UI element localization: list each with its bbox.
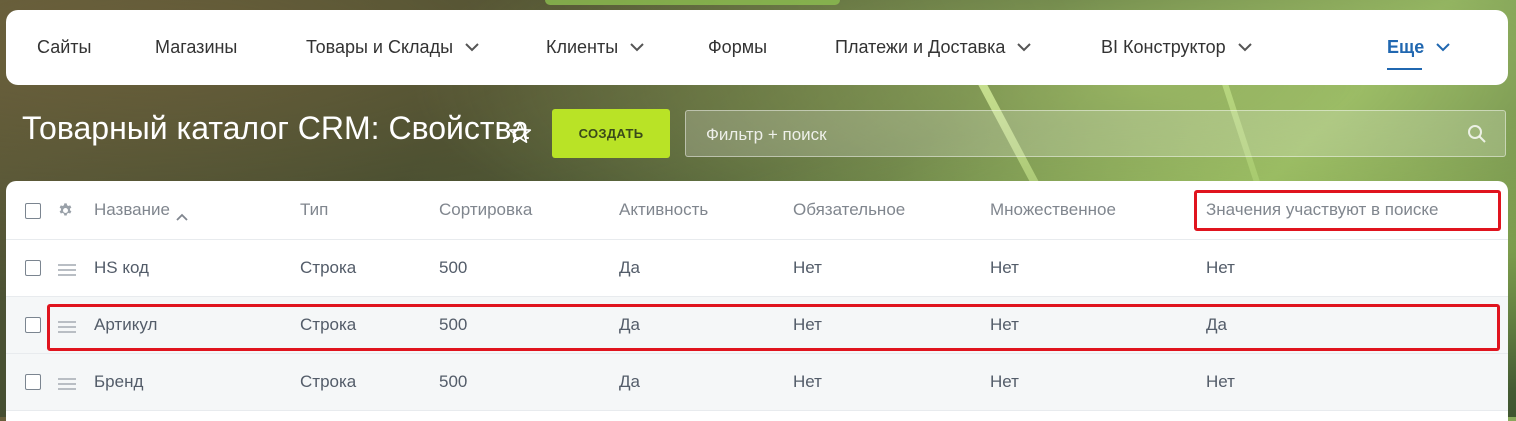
cell-searchable: Нет: [1206, 372, 1235, 391]
nav-item-label: Платежи и Доставка: [835, 37, 1006, 57]
chevron-down-icon: [465, 43, 479, 52]
column-header-searchable[interactable]: Значения участвуют в поиске: [1206, 181, 1439, 239]
cell-required: Нет: [793, 258, 822, 277]
nav-item-bi-constructor[interactable]: BI Конструктор: [1101, 10, 1252, 85]
cell-multiple: Нет: [990, 372, 1019, 391]
sort-ascending-icon: [176, 206, 188, 221]
page-title: Товарный каталог CRM: Свойства: [22, 110, 529, 146]
table-header-row: Название Тип Сортировка Активность Обяза…: [6, 181, 1508, 240]
gear-icon[interactable]: [57, 202, 74, 219]
create-button[interactable]: СОЗДАТЬ: [552, 109, 670, 158]
select-all-checkbox[interactable]: [25, 203, 41, 219]
cell-required: Нет: [793, 315, 822, 334]
row-checkbox[interactable]: [25, 260, 41, 276]
nav-item-label: BI Конструктор: [1101, 37, 1226, 57]
cell-active: Да: [619, 315, 640, 334]
search-icon[interactable]: [1467, 124, 1487, 144]
nav-item-label: Клиенты: [546, 37, 619, 57]
cell-name[interactable]: Артикул: [94, 297, 157, 353]
nav-item-sites[interactable]: Сайты: [37, 10, 91, 85]
drag-handle-icon[interactable]: [58, 377, 76, 390]
top-bar-edge: [545, 0, 840, 5]
cell-type: Строка: [300, 315, 357, 334]
chevron-down-icon: [1436, 43, 1450, 52]
properties-grid: Название Тип Сортировка Активность Обяза…: [6, 181, 1508, 421]
filter-search-box: [685, 110, 1506, 158]
nav-item-forms[interactable]: Формы: [708, 10, 767, 85]
cell-sort: 500: [439, 315, 468, 334]
cell-active: Да: [619, 258, 640, 277]
cell-name[interactable]: Бренд: [94, 354, 143, 410]
column-header-type[interactable]: Тип: [300, 181, 328, 239]
cell-type: Строка: [300, 258, 357, 277]
row-checkbox[interactable]: [25, 317, 41, 333]
nav-item-label: Товары и Склады: [306, 37, 454, 57]
column-header-required[interactable]: Обязательное: [793, 181, 905, 239]
column-header-multiple[interactable]: Множественное: [990, 181, 1116, 239]
chevron-down-icon: [630, 43, 644, 52]
cell-name[interactable]: HS код: [94, 240, 149, 296]
cell-searchable: Да: [1206, 315, 1227, 334]
cell-sort: 500: [439, 372, 468, 391]
cell-sort: 500: [439, 258, 468, 277]
nav-item-products-warehouses[interactable]: Товары и Склады: [306, 10, 479, 85]
column-header-sort[interactable]: Сортировка: [439, 181, 532, 239]
nav-item-label: Формы: [708, 37, 768, 57]
column-header-name[interactable]: Название: [94, 181, 188, 239]
star-icon[interactable]: [507, 120, 533, 146]
nav-item-label: Магазины: [155, 37, 238, 57]
nav-item-shops[interactable]: Магазины: [155, 10, 237, 85]
cell-multiple: Нет: [990, 315, 1019, 334]
row-checkbox[interactable]: [25, 374, 41, 390]
nav-item-payments-delivery[interactable]: Платежи и Доставка: [835, 10, 1032, 85]
nav-item-more[interactable]: Еще: [1387, 10, 1450, 85]
cell-searchable: Нет: [1206, 258, 1235, 277]
cell-active: Да: [619, 372, 640, 391]
table-row[interactable]: HS код Строка 500 Да Нет Нет Нет: [6, 240, 1508, 297]
column-header-label: Название: [94, 200, 170, 219]
top-navigation: Сайты Магазины Товары и Склады Клиенты Ф…: [6, 10, 1508, 85]
nav-item-label: Сайты: [37, 37, 92, 57]
nav-item-label: Еще: [1387, 37, 1425, 57]
table-row[interactable]: Бренд Строка 500 Да Нет Нет Нет: [6, 354, 1508, 411]
cell-type: Строка: [300, 372, 357, 391]
drag-handle-icon[interactable]: [58, 263, 76, 276]
chevron-down-icon: [1237, 43, 1252, 52]
drag-handle-icon[interactable]: [58, 320, 76, 333]
column-header-active[interactable]: Активность: [619, 181, 708, 239]
cell-required: Нет: [793, 372, 822, 391]
nav-item-clients[interactable]: Клиенты: [546, 10, 644, 85]
cell-multiple: Нет: [990, 258, 1019, 277]
table-row[interactable]: Артикул Строка 500 Да Нет Нет Да: [6, 297, 1508, 354]
chevron-down-icon: [1017, 43, 1032, 52]
filter-search-input[interactable]: [686, 111, 1468, 158]
